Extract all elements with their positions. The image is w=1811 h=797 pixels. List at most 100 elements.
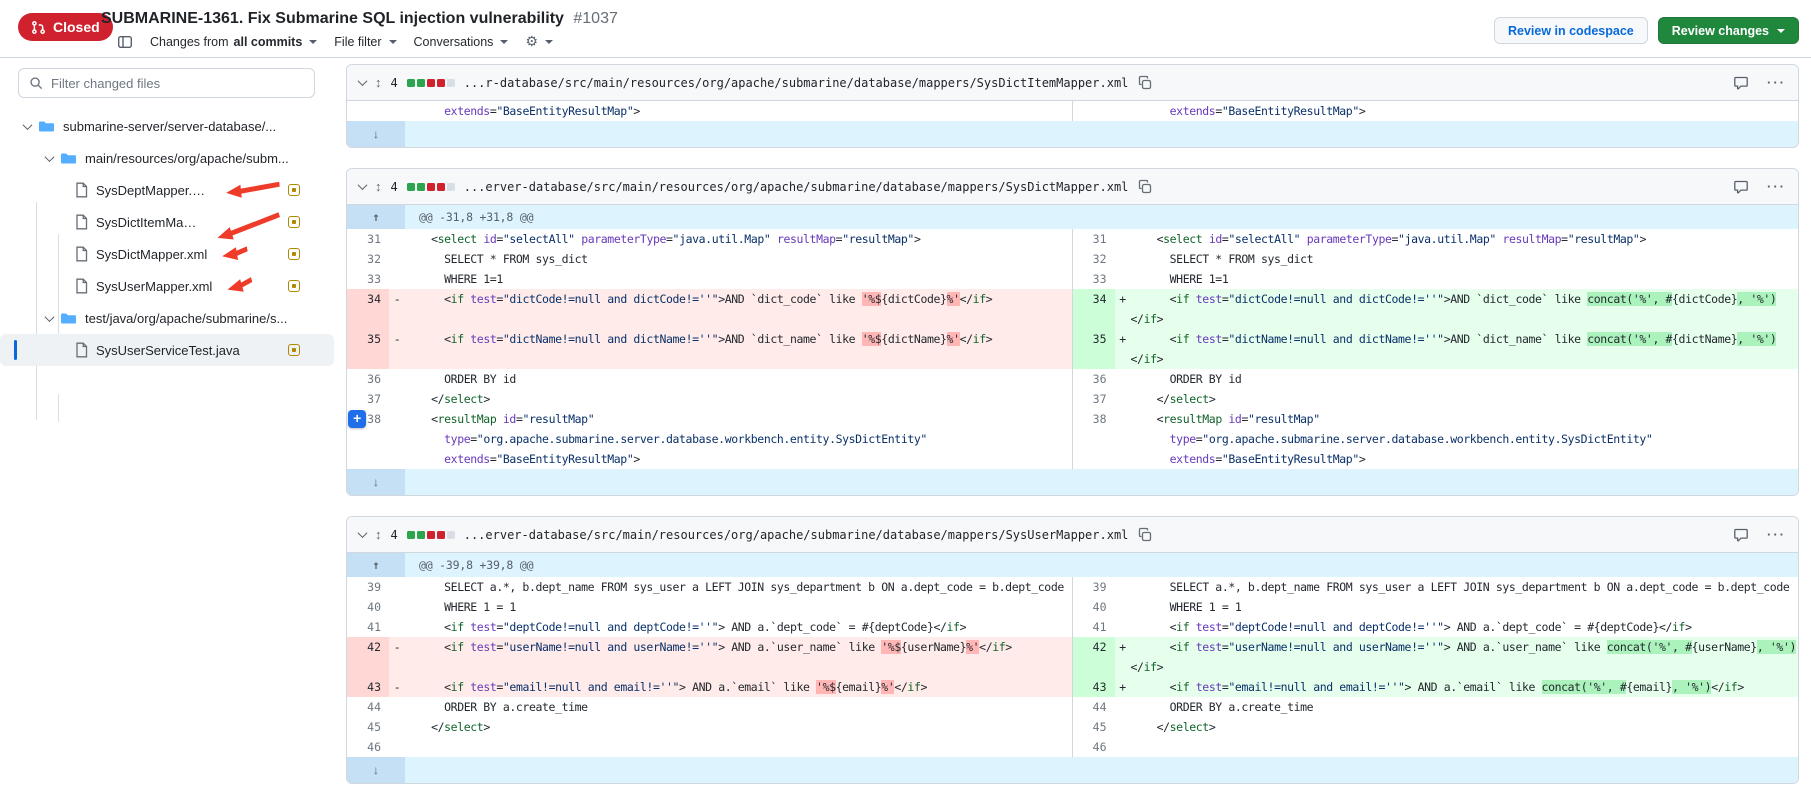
drag-handle-icon[interactable]: ↕ — [375, 75, 382, 90]
file-tree: submarine-server/server-database/...main… — [0, 110, 334, 366]
changes-from-dropdown[interactable]: Changes from all commits — [150, 35, 317, 49]
search-icon — [29, 76, 44, 91]
line-number[interactable]: 40 — [347, 597, 389, 617]
line-number[interactable]: 31 — [1073, 229, 1115, 249]
copy-path-icon[interactable] — [1137, 527, 1153, 543]
collapse-file-icon[interactable] — [358, 528, 368, 538]
diff-old-side: 36 ORDER BY id — [347, 369, 1073, 389]
line-number[interactable]: 31 — [347, 229, 389, 249]
line-number[interactable] — [347, 101, 389, 121]
expand-down-button[interactable]: ↓ — [347, 469, 405, 495]
expand-down-button[interactable]: ↓ — [347, 121, 405, 147]
tree-file-sysdeptmapper-xml[interactable]: SysDeptMapper.xml — [0, 174, 334, 206]
diffstat-blocks — [407, 183, 455, 191]
expand-down-button[interactable]: ↓ — [347, 757, 405, 783]
line-number[interactable]: 45 — [1073, 717, 1115, 737]
review-changes-button[interactable]: Review changes — [1658, 17, 1799, 44]
add-comment-button[interactable]: + — [348, 410, 366, 428]
line-number[interactable]: 41 — [1073, 617, 1115, 637]
line-number[interactable]: 32 — [1073, 249, 1115, 269]
line-number[interactable]: 33 — [347, 269, 389, 289]
expand-up-button[interactable]: ↑ — [347, 553, 405, 577]
diffstat-block-none — [447, 183, 455, 191]
diff-sign — [389, 369, 405, 389]
line-number[interactable] — [1073, 101, 1115, 121]
hunk-range-label: @@ -39,8 +39,8 @@ — [405, 553, 533, 577]
collapse-file-icon[interactable] — [358, 76, 368, 86]
comment-icon[interactable] — [1733, 527, 1749, 543]
code-cell: </select> — [405, 389, 1072, 409]
code-cell: <if test="dictName!=null and dictName!='… — [405, 329, 1072, 369]
diff-row: 46 46 — [347, 737, 1798, 757]
line-number[interactable]: 34 — [1073, 289, 1115, 329]
diff-settings-gear[interactable]: ⚙ — [525, 33, 553, 50]
line-number[interactable]: 36 — [347, 369, 389, 389]
tree-file-sysdictmapper-xml[interactable]: SysDictMapper.xml — [0, 238, 334, 270]
line-number[interactable]: 44 — [1073, 697, 1115, 717]
kebab-menu-icon[interactable]: ··· — [1767, 75, 1786, 90]
diff-old-side: 37 </select> — [347, 389, 1073, 409]
line-number[interactable]: 46 — [1073, 737, 1115, 757]
diff-sign — [1115, 249, 1131, 269]
line-number[interactable]: 37 — [347, 389, 389, 409]
line-number[interactable]: 39 — [1073, 577, 1115, 597]
annotation-arrow-icon — [225, 178, 281, 202]
code-line — [405, 737, 1072, 757]
copy-path-icon[interactable] — [1137, 179, 1153, 195]
line-number[interactable]: 40 — [1073, 597, 1115, 617]
filter-changed-files-input[interactable] — [51, 76, 304, 91]
line-number[interactable]: 42 — [347, 637, 389, 677]
line-number[interactable]: 33 — [1073, 269, 1115, 289]
comment-icon[interactable] — [1733, 179, 1749, 195]
file-path[interactable]: ...erver-database/src/main/resources/org… — [464, 528, 1129, 542]
code-cell: ORDER BY a.create_time — [405, 697, 1072, 717]
changes-from-label: Changes from — [150, 35, 229, 49]
drag-handle-icon[interactable]: ↕ — [375, 179, 382, 194]
line-number[interactable]: 37 — [1073, 389, 1115, 409]
line-number[interactable]: 43 — [347, 677, 389, 697]
diff-new-side: 38 <resultMap id="resultMap" type="org.a… — [1073, 409, 1799, 469]
diff-new-side: 45 </select> — [1073, 717, 1799, 737]
copy-path-icon[interactable] — [1137, 75, 1153, 91]
tree-file-sysdictitemmapper-xml[interactable]: SysDictItemMapper.xml — [0, 206, 334, 238]
file-filter-dropdown[interactable]: File filter — [334, 35, 396, 49]
drag-handle-icon[interactable]: ↕ — [375, 527, 382, 542]
tree-file-sysuserservicetest-java[interactable]: SysUserServiceTest.java — [0, 334, 334, 366]
diff-old-side: 43- <if test="email!=null and email!=''"… — [347, 677, 1073, 697]
code-cell: <if test="dictCode!=null and dictCode!='… — [1131, 289, 1799, 329]
chevron-down-icon — [309, 40, 317, 44]
modified-file-icon — [288, 184, 300, 196]
line-number[interactable]: 41 — [347, 617, 389, 637]
sidebar-toggle-icon[interactable] — [117, 34, 133, 50]
line-number[interactable]: 38 — [1073, 409, 1115, 469]
line-number[interactable]: 42 — [1073, 637, 1115, 677]
line-number[interactable]: 35 — [1073, 329, 1115, 369]
collapse-file-icon[interactable] — [358, 180, 368, 190]
line-number[interactable]: 36 — [1073, 369, 1115, 389]
line-number[interactable]: 35 — [347, 329, 389, 369]
tree-item-label: SysUserServiceTest.java — [96, 343, 240, 358]
line-number[interactable]: 44 — [347, 697, 389, 717]
kebab-menu-icon[interactable]: ··· — [1767, 527, 1786, 542]
file-path[interactable]: ...erver-database/src/main/resources/org… — [464, 180, 1129, 194]
line-number[interactable]: 39 — [347, 577, 389, 597]
code-line: <if test="email!=null and email!=''"> AN… — [1131, 677, 1799, 697]
tree-folder-main-resources-org-apache-subm[interactable]: main/resources/org/apache/subm... — [0, 142, 334, 174]
line-number[interactable]: 34 — [347, 289, 389, 329]
expand-up-button[interactable]: ↑ — [347, 205, 405, 229]
comment-icon[interactable] — [1733, 75, 1749, 91]
line-number[interactable]: 43 — [1073, 677, 1115, 697]
conversations-dropdown[interactable]: Conversations — [414, 35, 509, 49]
line-number[interactable]: 45 — [347, 717, 389, 737]
code-line: <if test="dictName!=null and dictName!='… — [1131, 329, 1799, 349]
diffstat-block-del — [427, 79, 435, 87]
kebab-menu-icon[interactable]: ··· — [1767, 179, 1786, 194]
tree-file-sysusermapper-xml[interactable]: SysUserMapper.xml — [0, 270, 334, 302]
hunk-range-label: @@ -31,8 +31,8 @@ — [405, 205, 533, 229]
line-number[interactable]: 32 — [347, 249, 389, 269]
review-in-codespace-button[interactable]: Review in codespace — [1494, 17, 1648, 44]
tree-folder-submarine-server-server-database[interactable]: submarine-server/server-database/... — [0, 110, 334, 142]
tree-folder-test-java-org-apache-submarine-s[interactable]: test/java/org/apache/submarine/s... — [0, 302, 334, 334]
file-path[interactable]: ...r-database/src/main/resources/org/apa… — [464, 76, 1129, 90]
line-number[interactable]: 46 — [347, 737, 389, 757]
